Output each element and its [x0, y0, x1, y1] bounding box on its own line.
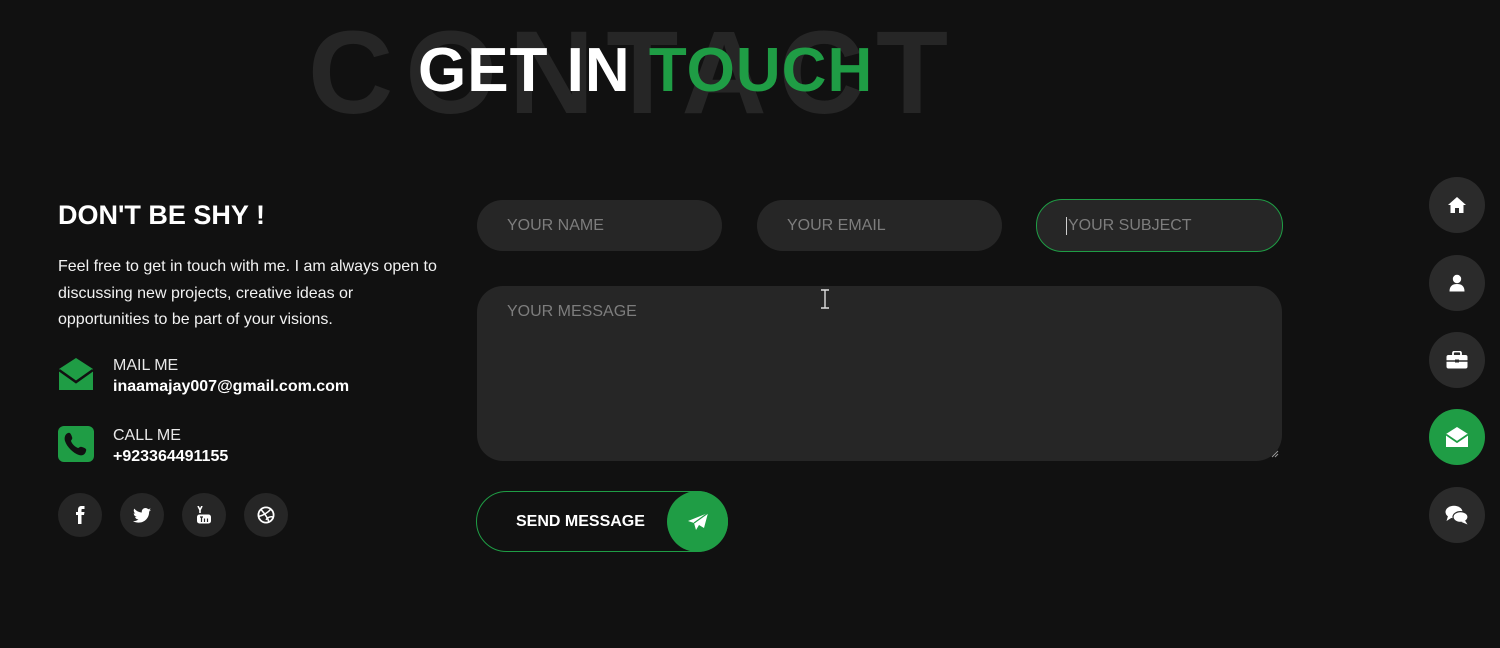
comments-icon: [1445, 505, 1469, 525]
phone-contact: CALL ME +923364491155: [58, 426, 228, 468]
resize-handle-icon[interactable]: [1271, 450, 1279, 458]
mail-value[interactable]: inaamajay007@gmail.com.com: [113, 376, 349, 398]
page-title: GET IN TOUCH: [418, 40, 873, 102]
user-icon: [1449, 274, 1465, 292]
email-input[interactable]: YOUR EMAIL: [757, 200, 1002, 251]
phone-value[interactable]: +923364491155: [113, 446, 228, 468]
subject-input[interactable]: YOUR SUBJECT: [1036, 199, 1283, 252]
nav-contact-button[interactable]: [1429, 409, 1485, 465]
nav-portfolio-button[interactable]: [1429, 332, 1485, 388]
dribbble-link[interactable]: [244, 493, 288, 537]
social-links: [58, 493, 288, 537]
subject-placeholder: YOUR SUBJECT: [1068, 216, 1192, 234]
nav-blog-button[interactable]: [1429, 487, 1485, 543]
twitter-link[interactable]: [120, 493, 164, 537]
title-part-2: TOUCH: [648, 36, 874, 105]
name-input[interactable]: YOUR NAME: [477, 200, 722, 251]
home-icon: [1448, 197, 1466, 213]
youtube-icon: [197, 506, 211, 524]
text-cursor-icon: [821, 289, 829, 309]
nav-about-button[interactable]: [1429, 255, 1485, 311]
envelope-open-icon: [58, 358, 94, 390]
mail-contact: MAIL ME inaamajay007@gmail.com.com: [58, 356, 349, 398]
facebook-link[interactable]: [58, 493, 102, 537]
message-textarea[interactable]: YOUR MESSAGE: [477, 286, 1282, 461]
intro-text: Feel free to get in touch with me. I am …: [58, 258, 437, 328]
facebook-icon: [76, 506, 85, 524]
phone-label: CALL ME: [113, 427, 181, 444]
title-part-1: GET IN: [418, 36, 631, 105]
dribbble-icon: [257, 506, 275, 524]
message-placeholder: YOUR MESSAGE: [507, 303, 637, 320]
mail-label: MAIL ME: [113, 357, 179, 374]
twitter-icon: [133, 507, 151, 523]
phone-icon: [58, 426, 94, 462]
youtube-link[interactable]: [182, 493, 226, 537]
intro-heading: DON'T BE SHY !: [58, 200, 265, 230]
briefcase-icon: [1446, 351, 1468, 369]
text-caret: [1066, 216, 1067, 235]
send-label: SEND MESSAGE: [516, 512, 645, 530]
contact-info: DON'T BE SHY ! Feel free to get in touch…: [58, 200, 448, 537]
email-placeholder: YOUR EMAIL: [787, 216, 886, 234]
envelope-open-icon: [1445, 427, 1469, 447]
nav-home-button[interactable]: [1429, 177, 1485, 233]
name-placeholder: YOUR NAME: [507, 216, 604, 234]
paper-plane-icon: [687, 512, 708, 530]
send-icon-circle: [667, 491, 728, 552]
send-message-button[interactable]: SEND MESSAGE: [476, 491, 728, 552]
